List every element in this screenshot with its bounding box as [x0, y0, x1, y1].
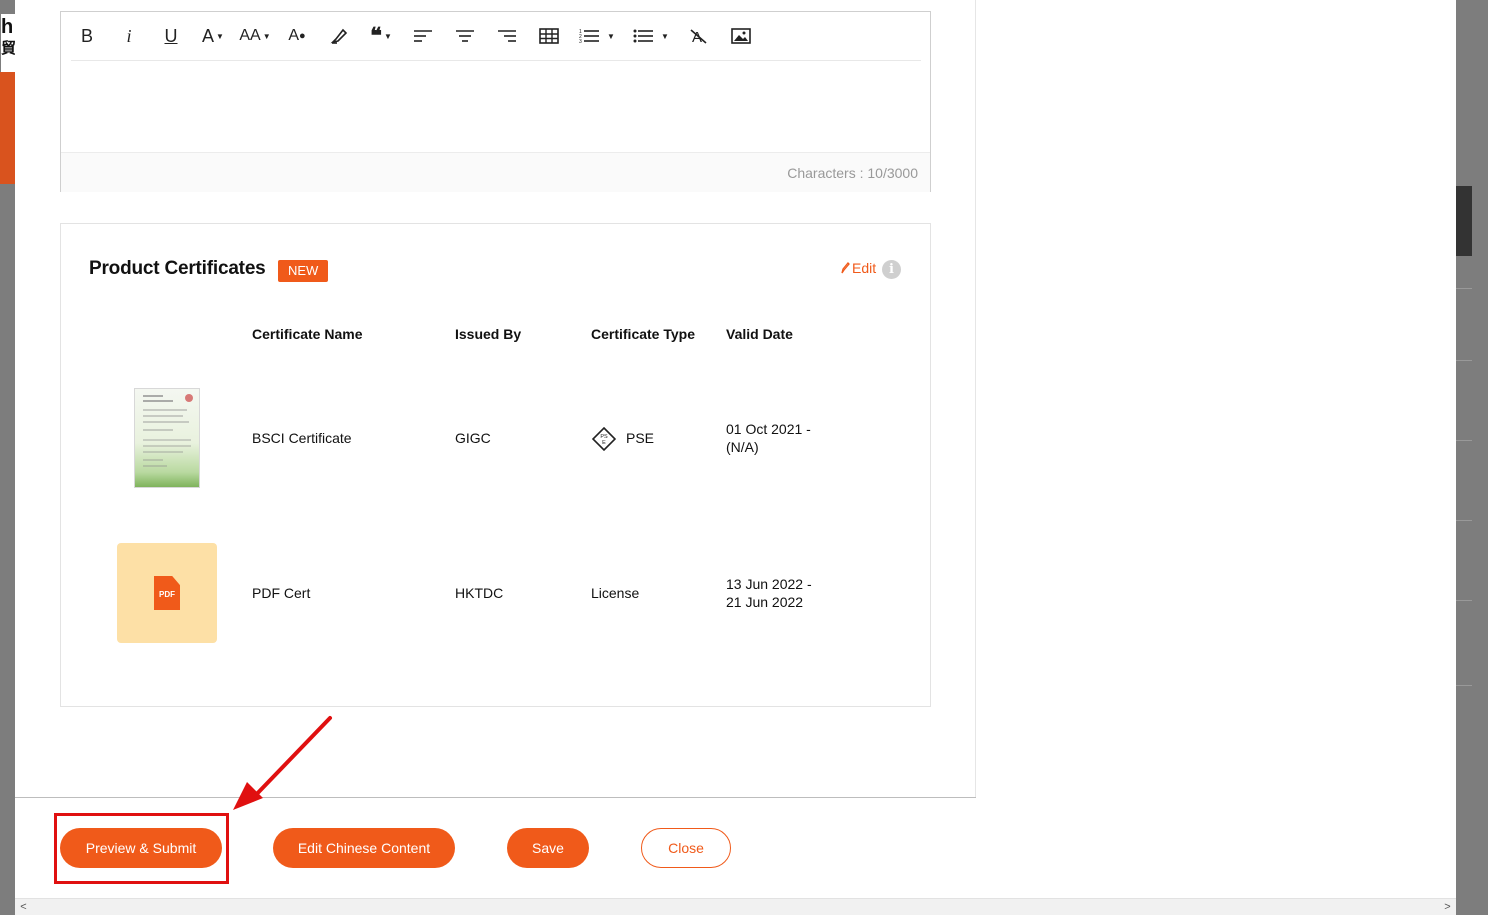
editor-text-area[interactable] [61, 62, 930, 152]
chevron-down-icon: ▼ [262, 31, 271, 41]
background-divider [1456, 600, 1472, 601]
clear-format-icon: A [690, 29, 707, 44]
background-divider [1456, 520, 1472, 521]
table-icon [539, 28, 559, 44]
product-certificates-card: Product Certificates NEW Edit i Certific… [60, 223, 931, 707]
save-button[interactable]: Save [507, 828, 589, 868]
underline-glyph: U [164, 25, 178, 46]
font-color-button[interactable]: A ▼ [197, 21, 229, 51]
pdf-thumbnail[interactable]: PDF [117, 543, 217, 643]
character-count: Characters : 10/3000 [787, 165, 918, 181]
editor-toolbar: B i U A ▼ AA ▼ A ● ❝ ▼ 1 2 3 ▼ ▼ A [71, 12, 921, 61]
certificate-name: PDF Cert [252, 585, 311, 601]
svg-text:3: 3 [579, 39, 582, 44]
table-button[interactable] [533, 21, 565, 51]
align-left-icon [414, 30, 432, 42]
italic-glyph: i [126, 25, 132, 46]
column-header-certificate-type: Certificate Type [591, 326, 695, 342]
background-divider [1456, 685, 1472, 686]
new-badge: NEW [278, 260, 329, 282]
bullet-list-icon [633, 29, 654, 43]
chevron-down-icon: ▼ [661, 31, 669, 41]
align-left-button[interactable] [407, 21, 439, 51]
modal-column-divider [975, 0, 976, 797]
background-banner [0, 72, 15, 184]
certificate-valid-to: (N/A) [726, 439, 759, 455]
certificate-issuer: GIGC [455, 430, 491, 446]
scroll-right-arrow-icon[interactable]: > [1439, 899, 1456, 915]
background-page-right [1456, 0, 1488, 915]
font-size-glyph: AA [239, 27, 261, 44]
column-header-valid-date: Valid Date [726, 326, 793, 342]
certificate-valid-from: 01 Oct 2021 - [726, 421, 811, 437]
pdf-icon-label: PDF [159, 590, 175, 599]
pdf-file-icon: PDF [154, 576, 180, 610]
background-logo-char-2: 貿 [1, 40, 17, 57]
ordered-list-icon: 123 [579, 29, 600, 44]
svg-text:E: E [602, 440, 606, 446]
edit-label: Edit [852, 260, 877, 276]
align-right-icon [498, 30, 516, 42]
column-header-issued-by: Issued By [455, 326, 522, 342]
quote-button[interactable]: ❝ ▼ [365, 21, 397, 51]
align-center-icon [456, 30, 474, 42]
editor-footer: Characters : 10/3000 [61, 152, 930, 192]
text-color-button[interactable]: A ● [281, 21, 313, 51]
background-divider [1456, 440, 1472, 441]
background-side-tab[interactable] [1456, 186, 1472, 256]
font-size-button[interactable]: AA ▼ [239, 21, 271, 51]
align-center-button[interactable] [449, 21, 481, 51]
highlight-button[interactable] [323, 21, 355, 51]
edit-chinese-content-button[interactable]: Edit Chinese Content [273, 828, 455, 868]
edit-certificates-link[interactable]: Edit [840, 260, 876, 276]
bold-button[interactable]: B [71, 21, 103, 51]
ordered-list-button[interactable]: 123 ▼ [575, 21, 619, 51]
clear-format-button[interactable]: A [683, 21, 715, 51]
italic-button[interactable]: i [113, 21, 145, 51]
scroll-left-arrow-icon[interactable]: < [15, 899, 32, 915]
bullet-list-button[interactable]: ▼ [629, 21, 673, 51]
modal-footer: Preview & Submit Edit Chinese Content Sa… [15, 797, 976, 898]
insert-image-button[interactable] [725, 21, 757, 51]
certificate-type: License [591, 585, 640, 601]
background-logo: h 貿 [1, 14, 17, 72]
bold-glyph: B [80, 25, 93, 46]
underline-button[interactable]: U [155, 21, 187, 51]
background-logo-char: h [1, 16, 14, 38]
info-icon[interactable]: i [882, 260, 901, 279]
column-header-certificate-name: Certificate Name [252, 326, 363, 342]
font-color-glyph: A [202, 25, 215, 46]
preview-submit-button[interactable]: Preview & Submit [60, 828, 222, 868]
align-right-button[interactable] [491, 21, 523, 51]
background-divider [1456, 360, 1472, 361]
product-edit-modal: B i U A ▼ AA ▼ A ● ❝ ▼ 1 2 3 ▼ ▼ A Chara… [15, 0, 1456, 915]
horizontal-scrollbar[interactable]: < > [15, 898, 1456, 915]
text-color-glyph: A [288, 27, 299, 44]
rich-text-editor: B i U A ▼ AA ▼ A ● ❝ ▼ 1 2 3 ▼ ▼ A Chara… [60, 11, 931, 192]
certificate-issuer: HKTDC [455, 585, 504, 601]
certificate-valid-to: 21 Jun 2022 [726, 594, 804, 610]
modal-content: B i U A ▼ AA ▼ A ● ❝ ▼ 1 2 3 ▼ ▼ A Chara… [15, 0, 976, 797]
chevron-down-icon: ▼ [216, 31, 224, 41]
background-divider [1456, 288, 1472, 289]
certificate-thumbnail[interactable] [134, 388, 200, 488]
background-page-left: h 貿 [0, 0, 17, 915]
image-icon [731, 28, 751, 44]
pencil-icon [841, 262, 850, 274]
chevron-down-icon: ▼ [383, 31, 392, 41]
certificate-type: PSE [626, 430, 655, 446]
close-button[interactable]: Close [641, 828, 731, 868]
drop-icon: ● [299, 30, 306, 42]
certificate-valid-from: 13 Jun 2022 - [726, 576, 812, 592]
chevron-down-icon: ▼ [607, 31, 615, 41]
pse-mark-icon: PS E [592, 427, 616, 451]
highlighter-icon [330, 28, 348, 44]
section-title: Product Certificates [89, 258, 266, 279]
certificate-name: BSCI Certificate [252, 430, 352, 446]
quote-icon: ❝ [370, 23, 382, 49]
